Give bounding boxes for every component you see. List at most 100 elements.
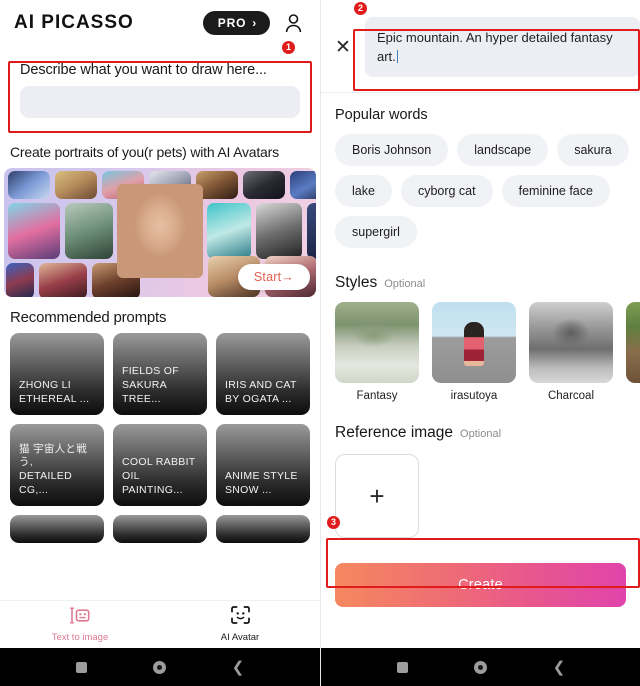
popular-word-chip[interactable]: landscape <box>457 134 549 166</box>
app-header: AI PICASSO PRO › <box>0 0 320 46</box>
popular-word-chip[interactable]: feminine face <box>501 175 610 207</box>
style-option[interactable]: Fantasy <box>335 302 419 402</box>
recommended-prompt-card[interactable]: ZHONG LI ETHEREAL ... <box>10 333 104 415</box>
app-brand-logo: AI PICASSO <box>14 12 134 33</box>
reference-optional-label: Optional <box>460 428 502 440</box>
prompt-input-section: Describe what you want to draw here... <box>0 54 320 130</box>
styles-optional-label: Optional <box>384 278 426 290</box>
pro-label: PRO <box>217 16 247 30</box>
avatar-tile <box>290 171 316 199</box>
popular-word-chip[interactable]: cyborg cat <box>400 175 493 207</box>
popular-word-chip[interactable]: sakura <box>557 134 629 166</box>
screenshot-root: AI PICASSO PRO › Describe what you want … <box>0 0 640 686</box>
square-icon[interactable] <box>396 661 408 673</box>
tab-label: Text to image <box>51 631 109 643</box>
prompt-text-value: Epic mountain. An hyper detailed fantasy… <box>377 29 613 64</box>
popular-word-chip[interactable]: Boris Johnson <box>335 134 449 166</box>
back-chevron-icon[interactable]: ❮ <box>232 660 245 675</box>
back-chevron-icon[interactable]: ❮ <box>553 660 566 675</box>
avatar-tile <box>8 171 50 199</box>
text-caret <box>396 50 399 63</box>
prompt-card[interactable]: Describe what you want to draw here... <box>10 54 310 130</box>
styles-header: Styles Optional <box>321 274 640 292</box>
tab-text-to-image[interactable]: Text to image <box>0 601 160 648</box>
recommended-prompts-grid: ZHONG LI ETHEREAL ... FIELDS OF SAKURA T… <box>0 333 320 543</box>
recommended-prompt-label: ZHONG LI ETHEREAL ... <box>19 379 90 406</box>
prompt-text-input[interactable] <box>20 86 300 118</box>
prompt-textarea[interactable]: Epic mountain. An hyper detailed fantasy… <box>365 16 640 78</box>
right-phone-panel: ✕ Epic mountain. An hyper detailed fanta… <box>320 0 640 686</box>
annotation-badge-1: 1 <box>282 41 295 54</box>
prompt-placeholder-title: Describe what you want to draw here... <box>20 62 267 78</box>
avatar-tile-row-mid-right <box>207 203 316 259</box>
style-option[interactable]: 3D <box>626 302 640 402</box>
home-circle-icon[interactable] <box>152 660 166 674</box>
reference-image-title: Reference image <box>335 424 454 441</box>
tab-ai-avatar[interactable]: AI Avatar <box>160 601 320 648</box>
face-scan-icon <box>230 606 250 629</box>
recommended-prompt-card[interactable]: ANIME STYLE SNOW ... <box>216 424 310 506</box>
style-thumbnail <box>529 302 613 383</box>
add-reference-image-button[interactable]: + <box>335 454 419 538</box>
styles-title: Styles <box>335 274 378 291</box>
avatar-tile <box>207 203 251 259</box>
avatar-tile <box>6 263 34 297</box>
account-icon[interactable] <box>280 13 306 33</box>
pro-button[interactable]: PRO › <box>202 11 270 35</box>
style-thumbnail <box>626 302 640 383</box>
avatar-tile <box>8 203 60 259</box>
divider <box>321 92 640 93</box>
avatar-tile <box>256 203 302 259</box>
recommended-prompt-card[interactable] <box>113 515 207 543</box>
create-button[interactable]: Create <box>335 563 626 607</box>
style-label: Fantasy <box>356 390 398 402</box>
reference-image-header: Reference image Optional <box>321 424 640 442</box>
style-thumbnail <box>432 302 516 383</box>
styles-list: Fantasy irasutoya Charcoal 3D <box>321 302 640 402</box>
style-label: 3D <box>626 390 640 402</box>
recommended-prompt-card[interactable] <box>10 515 104 543</box>
popular-words-chips: Boris Johnson landscape sakura lake cybo… <box>321 134 640 248</box>
ai-avatar-banner[interactable]: Start→ <box>4 168 316 297</box>
avatar-tile-row-mid-left <box>8 203 113 259</box>
style-option[interactable]: Charcoal <box>529 302 613 402</box>
avatar-tile <box>65 203 113 259</box>
recommended-prompt-label: FIELDS OF SAKURA TREE... <box>122 365 179 406</box>
tab-label: AI Avatar <box>220 632 260 643</box>
popular-word-chip[interactable]: lake <box>335 175 392 207</box>
avatar-banner-title: Create portraits of you(r pets) with AI … <box>10 144 279 160</box>
recommended-prompt-card[interactable]: IRIS AND CAT BY OGATA ... <box>216 333 310 415</box>
bottom-tab-bar: Text to image AI Avatar <box>0 600 320 648</box>
annotation-badge-3: 3 <box>327 516 340 529</box>
style-label: irasutoya <box>450 390 498 402</box>
recommended-prompt-card[interactable] <box>216 515 310 543</box>
plus-icon: + <box>369 480 385 511</box>
square-icon[interactable] <box>75 661 87 673</box>
text-to-image-icon <box>69 606 90 629</box>
avatar-tile <box>307 203 316 259</box>
style-label: Charcoal <box>547 390 595 402</box>
avatar-tile <box>55 171 97 199</box>
recommended-prompts-title: Recommended prompts <box>10 309 167 326</box>
recommended-prompt-card[interactable]: COOL RABBIT OIL PAINTING... <box>113 424 207 506</box>
style-thumbnail <box>335 302 419 383</box>
home-circle-icon[interactable] <box>473 660 487 674</box>
create-button-wrap: Create <box>321 563 640 607</box>
recommended-prompt-card[interactable]: FIELDS OF SAKURA TREE... <box>113 333 207 415</box>
avatar-center-photo <box>117 184 203 278</box>
recommended-prompt-card[interactable]: 猫 宇宙人と戦う, DETAILED CG,... <box>10 424 104 506</box>
popular-words-header: Popular words <box>321 107 640 123</box>
avatar-tile <box>243 171 285 199</box>
left-phone-panel: AI PICASSO PRO › Describe what you want … <box>0 0 320 686</box>
chevron-right-icon: › <box>252 16 257 30</box>
popular-word-chip[interactable]: supergirl <box>335 216 417 248</box>
system-nav-bar-right: ❮ <box>321 648 640 686</box>
recommended-prompt-label: IRIS AND CAT BY OGATA ... <box>225 379 297 406</box>
avatar-start-button[interactable]: Start→ <box>237 264 310 290</box>
style-option[interactable]: irasutoya <box>432 302 516 402</box>
recommended-prompt-label: COOL RABBIT OIL PAINTING... <box>122 456 196 497</box>
popular-words-title: Popular words <box>335 107 428 123</box>
prompt-editor-row: ✕ Epic mountain. An hyper detailed fanta… <box>321 0 640 78</box>
close-icon[interactable]: ✕ <box>321 16 365 78</box>
annotation-badge-2: 2 <box>354 2 367 15</box>
